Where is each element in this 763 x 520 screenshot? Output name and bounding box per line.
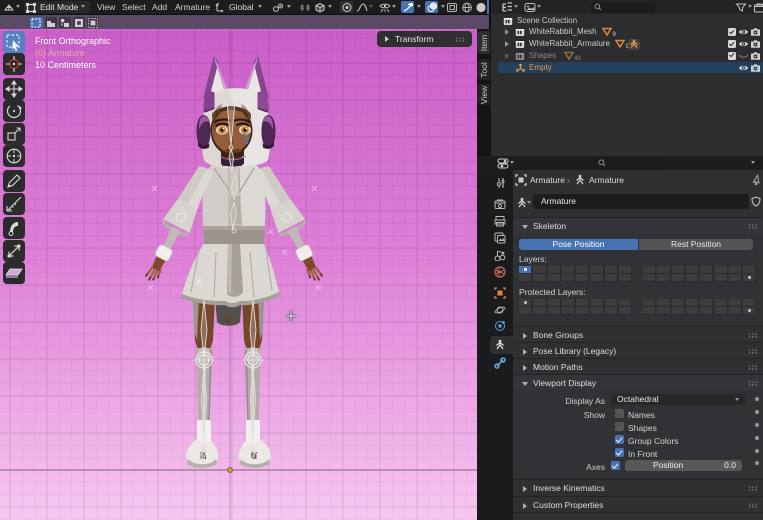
svg-text:9: 9 <box>613 32 617 37</box>
svg-text:49: 49 <box>574 56 581 61</box>
